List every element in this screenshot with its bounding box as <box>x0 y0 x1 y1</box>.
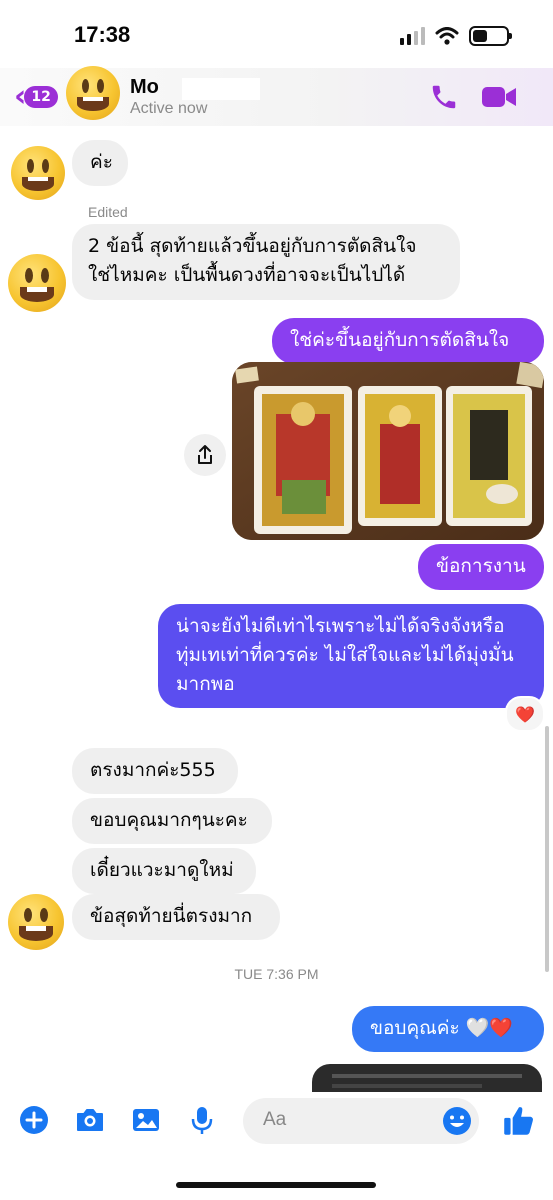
conversation-header: ‹ 12 Mo Active now <box>0 66 553 126</box>
sender-avatar[interactable] <box>11 146 65 200</box>
wifi-icon <box>435 27 459 45</box>
photo-image <box>232 362 544 540</box>
incoming-message[interactable]: ข้อสุดท้ายนี่ตรงมาก <box>72 894 280 940</box>
status-icons <box>400 26 512 46</box>
share-icon <box>198 445 212 464</box>
tarot-cards-photo[interactable] <box>232 362 544 540</box>
incoming-message[interactable]: เดี๋ยวแวะมาดูใหม่ <box>72 848 256 894</box>
camera-icon[interactable] <box>72 1102 108 1138</box>
contact-avatar[interactable] <box>66 66 120 120</box>
incoming-message[interactable]: ขอบคุณมากๆนะคะ <box>72 798 272 844</box>
message-line: ใช่ไหมคะ เป็นพื้นดวงที่อาจจะเป็นไปได้ <box>88 264 406 286</box>
outgoing-message[interactable]: น่าจะยังไม่ดีเท่าไรเพราะไม่ได้จริงจังหรื… <box>158 604 544 708</box>
message-input-container[interactable] <box>243 1098 479 1144</box>
outgoing-message[interactable]: ขอบคุณค่ะ 🤍❤️ <box>352 1006 544 1052</box>
heart-icon: ❤️ <box>515 704 535 724</box>
home-indicator[interactable] <box>176 1182 376 1188</box>
message-line: 2 ข้อนี้ สุดท้ายแล้วขึ้นอยู่กับการตัดสิน… <box>88 235 417 257</box>
edited-label: Edited <box>88 204 128 220</box>
date-separator: TUE 7:36 PM <box>234 966 319 982</box>
status-bar: 17:38 <box>0 0 553 70</box>
emoji-icon[interactable] <box>441 1105 473 1137</box>
incoming-message[interactable]: 2 ข้อนี้ สุดท้ายแล้วขึ้นอยู่กับการตัดสิน… <box>72 224 460 300</box>
cellular-signal-icon <box>400 27 425 45</box>
outgoing-message[interactable]: ใช่ค่ะขึ้นอยู่กับการตัดสินใจ <box>272 318 544 364</box>
status-time: 17:38 <box>74 22 131 47</box>
battery-level <box>473 30 487 42</box>
incoming-message[interactable]: ตรงมากค่ะ555 <box>72 748 238 794</box>
contact-name[interactable]: Mo <box>130 76 159 99</box>
thumbs-up-icon[interactable] <box>500 1102 538 1140</box>
microphone-icon[interactable] <box>184 1102 220 1138</box>
unread-count-badge: 12 <box>24 86 58 108</box>
contact-status: Active now <box>130 100 208 117</box>
battery-icon <box>469 26 512 46</box>
sender-avatar[interactable] <box>8 894 64 950</box>
message-input[interactable] <box>261 1108 425 1132</box>
share-button[interactable] <box>184 434 226 476</box>
incoming-message[interactable]: ค่ะ <box>72 140 128 186</box>
name-redaction <box>182 78 260 100</box>
outgoing-message[interactable]: ข้อการงาน <box>418 544 544 590</box>
phone-call-icon[interactable] <box>429 82 459 112</box>
sender-avatar[interactable] <box>8 254 66 312</box>
message-list[interactable]: ค่ะ Edited 2 ข้อนี้ สุดท้ายแล้วขึ้นอยู่ก… <box>0 126 553 1104</box>
plus-icon[interactable] <box>16 1102 52 1138</box>
back-button[interactable]: ‹ 12 <box>14 82 58 112</box>
scrollbar[interactable] <box>545 726 549 972</box>
heart-reaction[interactable]: ❤️ <box>505 696 545 732</box>
video-call-icon[interactable] <box>481 84 517 110</box>
gallery-icon[interactable] <box>128 1102 164 1138</box>
